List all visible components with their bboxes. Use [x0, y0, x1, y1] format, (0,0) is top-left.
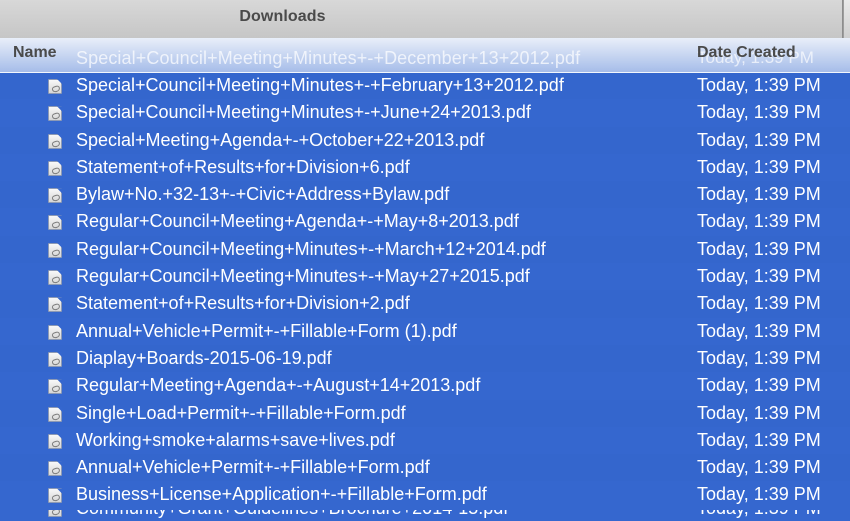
file-name: Statement+of+Results+for+Division+2.pdf: [76, 293, 410, 314]
file-row[interactable]: Single+Load+Permit+-+Fillable+Form.pdf To…: [0, 399, 850, 427]
date-created: Today, 1:39 PM: [697, 320, 821, 341]
date-created: Today, 1:39 PM: [697, 102, 821, 123]
date-created: Today, 1:39 PM: [697, 293, 821, 314]
pdf-document-icon: [48, 215, 62, 231]
file-name: Business+License+Application+-+Fillable+…: [76, 484, 487, 505]
file-name: Annual+Vehicle+Permit+-+Fillable+Form.pd…: [76, 457, 430, 478]
tab-bar-edge: [843, 0, 850, 38]
file-row[interactable]: Special+Council+Meeting+Minutes+-+Februa…: [0, 72, 850, 100]
date-created: Today, 1:39 PM: [697, 266, 821, 287]
pdf-document-icon: [48, 433, 62, 449]
pdf-document-icon: [48, 510, 62, 517]
title-bar[interactable]: Downloads: [0, 0, 850, 38]
file-name: Regular+Council+Meeting+Agenda+-+May+8+2…: [76, 211, 519, 232]
file-name: Bylaw+No.+32-13+-+Civic+Address+Bylaw.pd…: [76, 184, 450, 205]
file-name: Annual+Vehicle+Permit+-+Fillable+Form (1…: [76, 320, 457, 341]
pdf-document-icon: [48, 79, 62, 94]
pdf-document-icon: [48, 488, 62, 504]
file-name: Single+Load+Permit+-+Fillable+Form.pdf: [76, 402, 406, 423]
file-row[interactable]: Bylaw+No.+32-13+-+Civic+Address+Bylaw.pd…: [0, 181, 850, 209]
pdf-document-icon: [48, 106, 62, 122]
date-created: Today, 1:39 PM: [697, 156, 821, 177]
file-name: Special+Meeting+Agenda+-+October+22+2013…: [76, 129, 485, 150]
date-created: Today, 1:39 PM: [697, 184, 821, 205]
date-created: Today, 1:39 PM: [697, 457, 821, 478]
file-row[interactable]: Business+License+Application+-+Fillable+…: [0, 481, 850, 509]
pdf-document-icon: [48, 461, 62, 477]
pdf-document-icon: [48, 242, 62, 258]
file-row[interactable]: Statement+of+Results+for+Division+6.pdf T…: [0, 153, 850, 182]
file-row[interactable]: Regular+Council+Meeting+Minutes+-+March+…: [0, 235, 850, 264]
file-name: Regular+Council+Meeting+Minutes+-+March+…: [76, 238, 546, 259]
date-created: Today, 1:39 PM: [697, 484, 821, 505]
date-created: Today, 1:39 PM: [697, 375, 821, 396]
file-row[interactable]: Regular+Council+Meeting+Minutes+-+May+27…: [0, 263, 850, 291]
date-created: Today, 1:39 PM: [697, 347, 821, 368]
partial-file-row[interactable]: Community+Grant+Guidelines+Brochure+2014…: [0, 510, 850, 521]
downloads-tab[interactable]: Downloads: [0, 0, 843, 38]
name-column-header[interactable]: Name: [13, 44, 57, 62]
pdf-document-icon: [48, 379, 62, 395]
date-created: Today, 1:39 PM: [697, 75, 821, 95]
column-header: Special+Council+Meeting+Minutes+-+Decemb…: [0, 38, 850, 73]
file-row[interactable]: Regular+Meeting+Agenda+-+August+14+2013.…: [0, 372, 850, 400]
partial-file-date: Today, 1:39 PM: [697, 510, 821, 521]
file-row[interactable]: Special+Council+Meeting+Minutes+-+June+2…: [0, 99, 850, 127]
file-name: Working+smoke+alarms+save+lives.pdf: [76, 429, 395, 450]
file-row[interactable]: Annual+Vehicle+Permit+-+Fillable+Form.pd…: [0, 454, 850, 482]
file-row[interactable]: Statement+of+Results+for+Division+2.pdf T…: [0, 290, 850, 318]
file-name: Regular+Council+Meeting+Minutes+-+May+27…: [76, 266, 530, 287]
file-name: Regular+Meeting+Agenda+-+August+14+2013.…: [76, 375, 481, 396]
file-name: Special+Council+Meeting+Minutes+-+Februa…: [76, 75, 564, 95]
date-created: Today, 1:39 PM: [697, 211, 821, 232]
file-name: Statement+of+Results+for+Division+6.pdf: [76, 156, 410, 177]
pdf-document-icon: [48, 406, 62, 422]
window-title: Downloads: [239, 8, 326, 25]
file-row[interactable]: Special+Meeting+Agenda+-+October+22+2013…: [0, 126, 850, 154]
pdf-document-icon: [48, 270, 62, 286]
scrolled-row-filename-under-header: Special+Council+Meeting+Minutes+-+Decemb…: [76, 48, 581, 68]
date-created: Today, 1:39 PM: [697, 429, 821, 450]
file-row[interactable]: Diaplay+Boards-2015-06-19.pdf Today, 1:39…: [0, 344, 850, 373]
file-name: Diaplay+Boards-2015-06-19.pdf: [76, 347, 332, 368]
file-row[interactable]: Regular+Council+Meeting+Agenda+-+May+8+2…: [0, 208, 850, 236]
date-created: Today, 1:39 PM: [697, 129, 821, 150]
pdf-document-icon: [48, 188, 62, 204]
date-created-column-header[interactable]: Date Created: [697, 44, 796, 62]
date-created: Today, 1:39 PM: [697, 402, 821, 423]
date-created: Today, 1:39 PM: [697, 238, 821, 259]
file-list[interactable]: Special+Council+Meeting+Minutes+-+Februa…: [0, 72, 850, 521]
file-row[interactable]: Annual+Vehicle+Permit+-+Fillable+Form (1…: [0, 317, 850, 345]
pdf-document-icon: [48, 324, 62, 340]
partial-file-name: Community+Grant+Guidelines+Brochure+2014…: [76, 510, 508, 521]
file-row[interactable]: Working+smoke+alarms+save+lives.pdf Today…: [0, 426, 850, 455]
pdf-document-icon: [48, 297, 62, 313]
pdf-document-icon: [48, 160, 62, 176]
finder-window: Downloads Special+Council+Meeting+Minute…: [0, 0, 850, 521]
pdf-document-icon: [48, 133, 62, 149]
pdf-document-icon: [48, 351, 62, 367]
file-name: Special+Council+Meeting+Minutes+-+June+2…: [76, 102, 531, 123]
